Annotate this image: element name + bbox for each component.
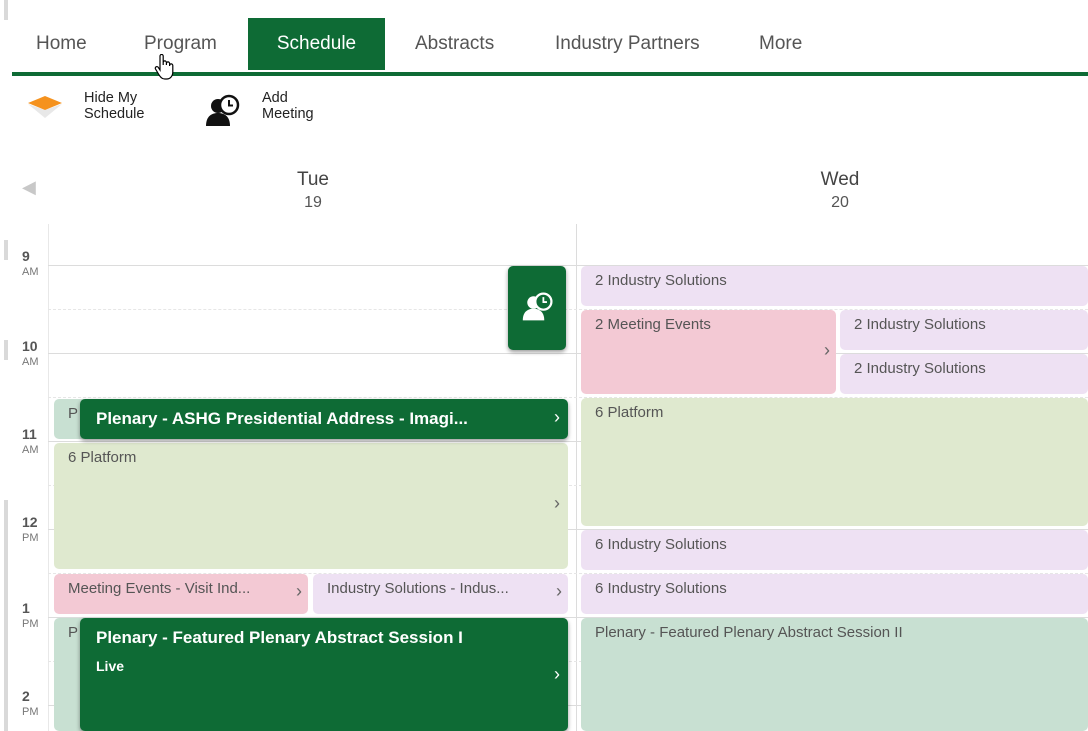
day-number: 19 [304, 194, 322, 211]
day-name: Wed [820, 169, 860, 190]
event-title: 2 Meeting Events [595, 316, 711, 333]
event-industry-solutions-wed-4[interactable]: 6 Industry Solutions › [581, 530, 1088, 570]
time-9am: 9 AM [22, 248, 39, 278]
chevron-right-icon: › [554, 493, 560, 513]
event-title: Plenary - ASHG Presidential Address - Im… [96, 409, 468, 428]
layers-icon [28, 96, 62, 118]
add-label-line2: Meeting [262, 106, 314, 122]
time-12pm: 12 PM [22, 514, 39, 544]
event-industry-solutions-tue[interactable]: Industry Solutions - Indus... › [313, 574, 568, 614]
event-title: Plenary - Featured Plenary Abstract Sess… [96, 628, 463, 647]
event-industry-solutions-wed-3[interactable]: 2 Industry Solutions › [840, 354, 1088, 394]
chevron-right-icon: › [824, 340, 830, 360]
nav-abstracts[interactable]: Abstracts [415, 18, 494, 70]
time-10am: 10 AM [22, 338, 39, 368]
add-meeting-floating-button[interactable] [508, 266, 566, 350]
event-title: 2 Industry Solutions [854, 360, 986, 377]
time-1pm: 1 PM [22, 600, 39, 630]
event-meeting-events-wed[interactable]: 2 Meeting Events › [581, 310, 836, 394]
day-header-tue: Tue 19 [263, 168, 363, 214]
nav-more[interactable]: More [759, 18, 802, 70]
day-number: 20 [831, 194, 849, 211]
event-plenary-wed[interactable]: Plenary - Featured Plenary Abstract Sess… [581, 618, 1088, 731]
event-title: 6 Platform [68, 449, 137, 466]
add-meeting-icon [522, 292, 553, 321]
event-title: Industry Solutions - Indus... [327, 580, 509, 597]
chevron-right-icon: › [556, 581, 562, 601]
event-featured-plenary-session-i[interactable]: Plenary - Featured Plenary Abstract Sess… [80, 618, 568, 731]
event-presidential-address[interactable]: Plenary - ASHG Presidential Address - Im… [80, 399, 568, 439]
event-industry-solutions-wed-1[interactable]: 2 Industry Solutions › [581, 266, 1088, 306]
chevron-right-icon: › [554, 664, 560, 684]
add-meeting-icon [206, 94, 240, 126]
event-title: 2 Industry Solutions [595, 272, 727, 289]
add-meeting-button[interactable]: Add Meeting [204, 90, 334, 130]
event-industry-solutions-wed-2[interactable]: 2 Industry Solutions › [840, 310, 1088, 350]
chevron-right-icon: › [554, 407, 560, 427]
day-header-wed: Wed 20 [790, 168, 890, 214]
event-title: 2 Industry Solutions [854, 316, 986, 333]
main-nav: Home Program Schedule Abstracts Industry… [0, 0, 1088, 80]
prev-week-button[interactable]: ◀ [22, 177, 42, 197]
event-meeting-visit[interactable]: Meeting Events - Visit Ind... › [54, 574, 308, 614]
event-platform-wed[interactable]: 6 Platform › [581, 398, 1088, 526]
time-2pm: 2 PM [22, 688, 39, 718]
nav-schedule[interactable]: Schedule [248, 18, 385, 70]
event-title: Meeting Events - Visit Ind... [68, 580, 251, 597]
event-title: 6 Industry Solutions [595, 580, 727, 597]
nav-home[interactable]: Home [36, 18, 87, 70]
hide-label-line1: Hide My [84, 90, 138, 106]
hand-cursor-icon [154, 54, 174, 80]
add-label-line1: Add [262, 90, 288, 106]
event-platform-tue[interactable]: 6 Platform › [54, 443, 568, 569]
event-industry-solutions-wed-5[interactable]: 6 Industry Solutions › [581, 574, 1088, 614]
event-title: Plenary - Featured Plenary Abstract Sess… [595, 624, 903, 641]
live-badge: Live [96, 658, 125, 674]
nav-industry-partners[interactable]: Industry Partners [555, 18, 700, 70]
day-name: Tue [296, 169, 330, 190]
event-title: 6 Industry Solutions [595, 536, 727, 553]
chevron-right-icon: › [296, 581, 302, 601]
hide-label-line2: Schedule [84, 106, 145, 122]
event-title: 6 Platform [595, 404, 664, 421]
time-11am: 11 AM [22, 426, 39, 456]
left-edge [0, 0, 8, 731]
hide-my-schedule-button[interactable]: Hide My Schedule [26, 90, 156, 126]
